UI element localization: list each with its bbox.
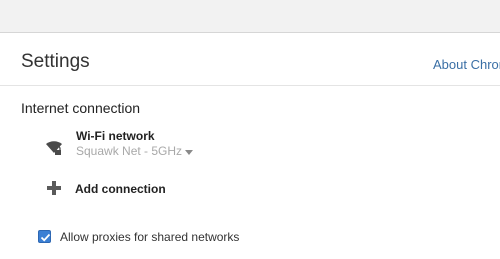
internet-connection-heading: Internet connection (21, 100, 141, 116)
wifi-locked-icon (45, 137, 65, 157)
page-title: Settings (21, 51, 90, 72)
allow-proxies-checkbox[interactable] (38, 230, 51, 243)
chevron-down-icon[interactable] (185, 150, 193, 155)
settings-page: Settings About Chrome OS Internet connec… (0, 0, 500, 259)
plus-icon (47, 181, 61, 195)
add-connection-label: Add connection (75, 182, 166, 196)
network-status: Squawk Net - 5GHz (76, 144, 183, 158)
network-name: Wi-Fi network (76, 129, 155, 143)
wifi-network-item[interactable]: Wi-Fi network Squawk Net - 5GHz (40, 126, 240, 164)
settings-header: Settings About Chrome OS (0, 33, 500, 86)
top-bar (0, 0, 500, 33)
about-link[interactable]: About Chrome OS (433, 57, 500, 72)
add-connection-button[interactable]: Add connection (40, 178, 180, 200)
allow-proxies-label: Allow proxies for shared networks (60, 230, 240, 244)
